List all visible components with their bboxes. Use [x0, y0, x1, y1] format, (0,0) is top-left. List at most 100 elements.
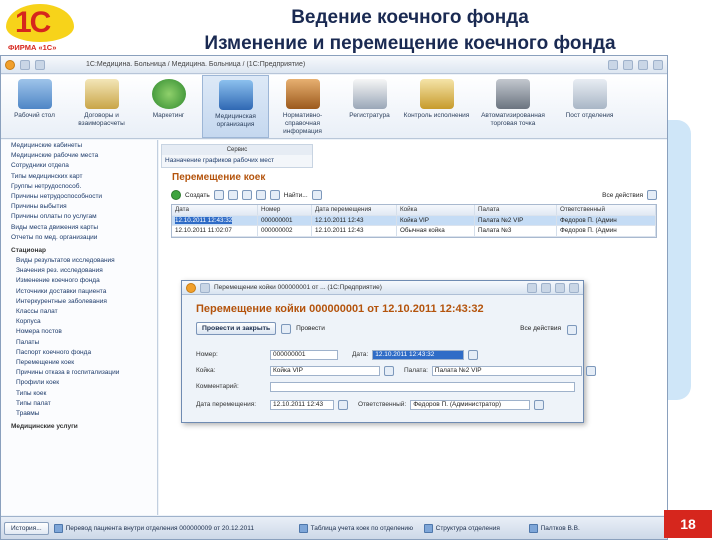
slide-subtitle: Изменение и перемещение коечного фонда: [204, 33, 616, 54]
column-header[interactable]: Палата: [475, 205, 557, 215]
nav-item[interactable]: Классы палат: [11, 308, 157, 318]
nav-item[interactable]: Виды места движения карты: [11, 224, 157, 234]
history-icon[interactable]: [623, 59, 633, 70]
calendar-icon[interactable]: [338, 399, 348, 410]
section-trade-point[interactable]: Автоматизированная торговая точка: [470, 75, 556, 138]
nav-item[interactable]: Паспорт коечного фонда: [11, 349, 157, 359]
app-menu-icon[interactable]: [5, 59, 15, 70]
date-field[interactable]: 12.10.2011 12:43:32: [372, 349, 465, 360]
nav-item[interactable]: Типы палат: [11, 400, 157, 410]
calendar-icon[interactable]: [468, 349, 479, 360]
nav-item[interactable]: Травмы: [11, 410, 157, 420]
nav-item[interactable]: Палаты: [11, 339, 157, 349]
taskbar-item[interactable]: Перевод пациента внутри отделения 000000…: [53, 523, 294, 533]
section-medical-org[interactable]: Медицинская организация: [202, 75, 269, 138]
history-button[interactable]: История...: [4, 521, 49, 535]
nav-item[interactable]: Изменение коечного фонда: [11, 277, 157, 287]
logo-mark-text: 1С: [15, 6, 51, 39]
back-icon[interactable]: [200, 282, 210, 293]
number-field[interactable]: 000000001: [270, 349, 338, 360]
section-control[interactable]: Контроль исполнения: [403, 75, 470, 138]
post-and-close-button[interactable]: Провести и закрыть: [196, 322, 277, 335]
select-icon[interactable]: [384, 365, 394, 376]
copy-icon[interactable]: [227, 190, 238, 200]
nav-item[interactable]: Виды результатов исследования: [11, 257, 157, 267]
forward-icon[interactable]: [35, 59, 45, 70]
select-icon[interactable]: [585, 365, 596, 376]
nav-item[interactable]: Причины нетрудоспособности: [11, 193, 157, 203]
section-reference[interactable]: Нормативно-справочная информация: [269, 75, 336, 138]
delete-mark-icon[interactable]: [241, 190, 252, 200]
column-header[interactable]: Дата: [172, 205, 258, 215]
nav-item[interactable]: Причины отказа в госпитализации: [11, 369, 157, 379]
nav-item[interactable]: Медицинские кабинеты: [11, 142, 157, 152]
close-icon[interactable]: [569, 282, 579, 293]
section-ward-post[interactable]: Пост отделения: [556, 75, 623, 138]
minimize-icon[interactable]: [638, 59, 648, 70]
taskbar-item[interactable]: Таблица учета коек по отделению: [298, 523, 419, 533]
all-actions-button[interactable]: Все действия: [602, 192, 643, 199]
minimize-icon[interactable]: [541, 282, 551, 293]
slide-title: Ведение коечного фонда: [291, 7, 529, 28]
nav-item[interactable]: Интеркурентные заболевания: [11, 298, 157, 308]
bed-field[interactable]: Койка VIP: [270, 365, 380, 376]
nav-item[interactable]: Корпуса: [11, 318, 157, 328]
table-row[interactable]: 12.10.2011 12:43:32 000000001 12.10.2011…: [172, 215, 656, 226]
service-link[interactable]: Назначение графиков рабочих мест: [162, 155, 312, 167]
nav-item[interactable]: Номера постов: [11, 328, 157, 338]
nav-item[interactable]: Причины выбытия: [11, 203, 157, 213]
app-menu-icon[interactable]: [186, 282, 196, 293]
post-button[interactable]: Провести: [296, 325, 325, 332]
nav-section-stationary: Стационар: [11, 246, 46, 254]
nav-item[interactable]: Типы медицинских карт: [11, 173, 157, 183]
column-header[interactable]: Номер: [258, 205, 312, 215]
move-date-field[interactable]: 12.10.2011 12:43: [270, 399, 334, 410]
back-icon[interactable]: [20, 59, 30, 70]
section-contracts[interactable]: Договоры и взаиморасчеты: [68, 75, 135, 138]
nav-item[interactable]: Перемещение коек: [11, 359, 157, 369]
create-button[interactable]: Создать: [185, 192, 210, 199]
select-icon[interactable]: [534, 399, 545, 410]
section-registry[interactable]: Регистратура: [336, 75, 403, 138]
favorites-icon[interactable]: [608, 59, 618, 70]
table-row[interactable]: 12.10.2011 11:02:07 000000002 12.10.2011…: [172, 226, 656, 237]
post-icon[interactable]: [213, 190, 224, 200]
cell-responsible: Федоров П. (Админ: [557, 215, 656, 225]
taskbar-item[interactable]: Палтков В.В.: [528, 523, 580, 533]
edit-icon[interactable]: [255, 190, 266, 200]
nav-item[interactable]: Профили коек: [11, 379, 157, 389]
column-header[interactable]: Дата перемещения: [312, 205, 397, 215]
find-button[interactable]: Найти...: [284, 192, 308, 199]
maximize-icon[interactable]: [555, 282, 565, 293]
nav-item[interactable]: Значения рез. исследования: [11, 267, 157, 277]
create-icon[interactable]: [171, 190, 181, 200]
close-icon[interactable]: [653, 59, 663, 70]
search-icon[interactable]: [269, 190, 280, 200]
nav-item[interactable]: Сотрудники отдела: [11, 162, 157, 172]
nav-item[interactable]: Источники доставки пациента: [11, 288, 157, 298]
cell-ward: Палата №3: [475, 226, 557, 236]
nav-item[interactable]: Причины оплаты по услугам: [11, 213, 157, 223]
ward-field[interactable]: Палата №2 VIP: [431, 365, 582, 376]
navigation-panel: Медицинские кабинеты Медицинские рабочие…: [1, 140, 158, 515]
nav-item[interactable]: Группы нетрудоспособ.: [11, 183, 157, 193]
section-label: Договоры и взаиморасчеты: [78, 112, 125, 127]
taskbar-item-label: Таблица учета коек по отделению: [310, 524, 413, 532]
section-marketing[interactable]: Маркетинг: [135, 75, 202, 138]
link-icon[interactable]: [527, 282, 537, 293]
nav-item[interactable]: Медицинские рабочие места: [11, 152, 157, 162]
comment-field[interactable]: [270, 381, 575, 392]
nav-item[interactable]: Типы коек: [11, 390, 157, 400]
cancel-search-icon[interactable]: [311, 190, 322, 200]
help-icon[interactable]: [647, 190, 657, 200]
section-desktop[interactable]: Рабочий стол: [1, 75, 68, 138]
nav-item[interactable]: Отчеты по мед. организации: [11, 234, 157, 244]
taskbar-item[interactable]: Структура отделения: [423, 523, 524, 533]
all-actions-button[interactable]: Все действия: [520, 325, 561, 332]
marketing-icon: [151, 79, 186, 109]
responsible-field[interactable]: Федоров П. (Администратор): [410, 399, 531, 410]
help-icon[interactable]: [567, 325, 577, 335]
save-icon[interactable]: [281, 323, 292, 334]
column-header[interactable]: Ответственный: [557, 205, 656, 215]
column-header[interactable]: Койка: [397, 205, 475, 215]
